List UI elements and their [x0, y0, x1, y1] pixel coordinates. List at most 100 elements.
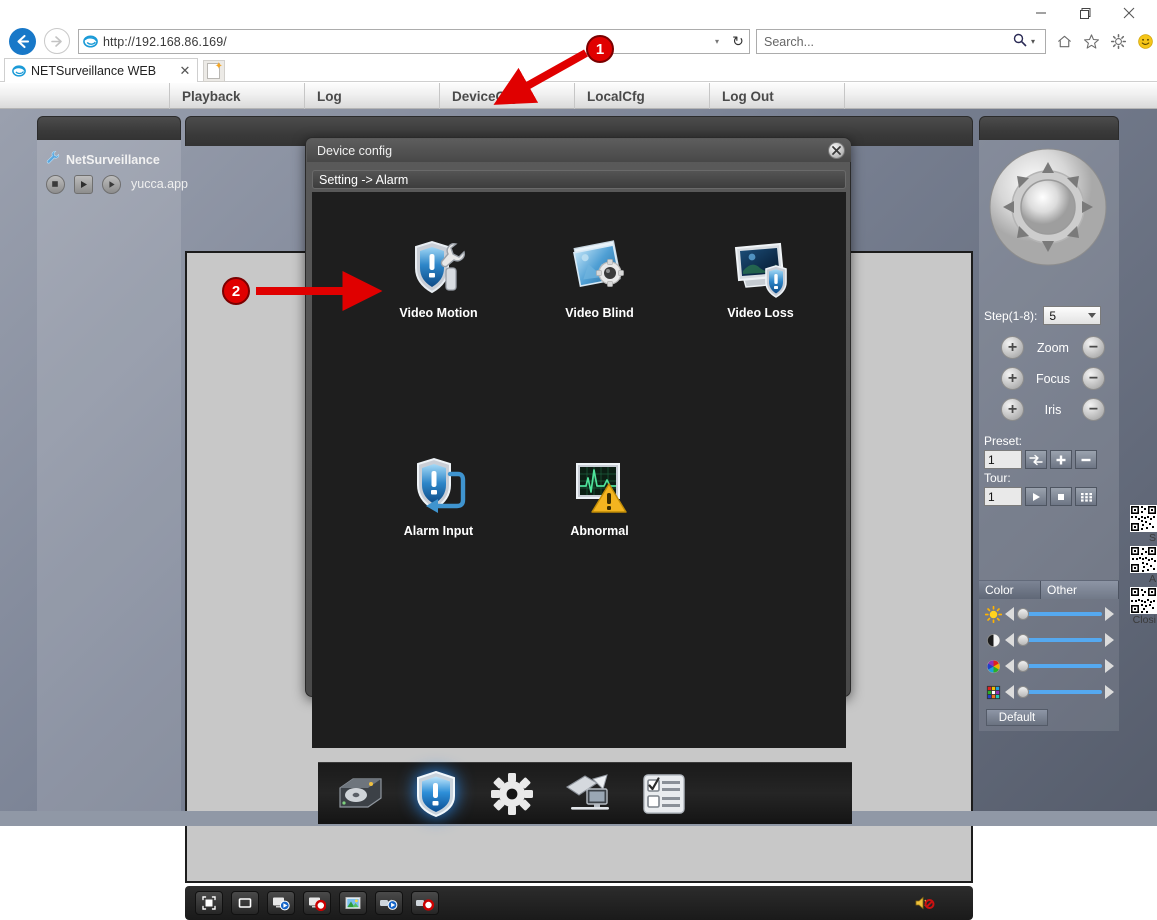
- hue-increase-arrow[interactable]: [1105, 685, 1114, 699]
- alarm-grid-row-1: Video Motion Video Blind Video Loss: [358, 232, 846, 320]
- snapshot-icon[interactable]: [339, 891, 367, 915]
- start-preview-icon[interactable]: [267, 891, 295, 915]
- hue-knob[interactable]: [1017, 686, 1029, 698]
- chevron-down-icon: [1088, 313, 1097, 318]
- stop-tour-icon[interactable]: [1050, 487, 1072, 506]
- checklist-icon[interactable]: [638, 769, 690, 819]
- grid-item-video-loss[interactable]: Video Loss: [680, 232, 841, 320]
- speaker-muted-icon[interactable]: [911, 892, 939, 914]
- tab-favicon-icon: [9, 64, 29, 78]
- maximize-button[interactable]: [1063, 0, 1107, 26]
- back-button[interactable]: [9, 28, 36, 55]
- focus-in-button[interactable]: +: [1001, 367, 1024, 390]
- tools-gear-icon[interactable]: [1106, 29, 1130, 53]
- forward-button[interactable]: [44, 28, 70, 54]
- stop-button[interactable]: [45, 174, 65, 194]
- goto-preset-icon[interactable]: [1025, 450, 1047, 469]
- qr-label-2: A: [1148, 573, 1156, 585]
- menu-item-localcfg[interactable]: LocalCfg: [575, 83, 710, 109]
- start-tour-icon[interactable]: [1025, 487, 1047, 506]
- tab-close-icon[interactable]: ✕: [177, 63, 193, 79]
- search-dropdown-icon[interactable]: ▾: [1031, 37, 1045, 46]
- zoom-out-button[interactable]: −: [1082, 336, 1105, 359]
- menu-item-logout[interactable]: Log Out: [710, 83, 845, 109]
- home-icon[interactable]: [1052, 29, 1076, 53]
- network-icon[interactable]: [562, 769, 614, 819]
- start-record-icon[interactable]: [375, 891, 403, 915]
- address-dropdown-icon[interactable]: ▾: [707, 37, 727, 46]
- iris-close-button[interactable]: −: [1082, 398, 1105, 421]
- ptz-joystick[interactable]: [987, 146, 1109, 268]
- ptz-step-row: Step(1-8): 5: [984, 306, 1102, 325]
- brightness-increase-arrow[interactable]: [1105, 607, 1114, 621]
- grid-item-video-motion[interactable]: Video Motion: [358, 232, 519, 320]
- storage-icon[interactable]: [334, 769, 386, 819]
- grid-item-abnormal[interactable]: Abnormal: [519, 450, 680, 538]
- browser-tab[interactable]: NETSurveillance WEB ✕: [4, 58, 198, 82]
- new-tab-button[interactable]: ✦: [203, 60, 225, 82]
- favorites-star-icon[interactable]: [1079, 29, 1103, 53]
- menu-item-log[interactable]: Log: [305, 83, 440, 109]
- hue-icon: [984, 683, 1002, 701]
- new-tab-star-icon: ✦: [214, 61, 223, 72]
- contrast-knob[interactable]: [1017, 634, 1029, 646]
- close-icon[interactable]: [828, 142, 845, 159]
- dialog-titlebar[interactable]: Device config: [307, 139, 851, 162]
- address-bar[interactable]: http://192.168.86.169/ ▾ ↻: [78, 29, 750, 54]
- saturation-decrease-arrow[interactable]: [1005, 659, 1014, 673]
- stop-preview-icon[interactable]: [303, 891, 331, 915]
- device-config-dialog: Device config Setting -> Alarm Video Mot…: [305, 137, 852, 824]
- contrast-decrease-arrow[interactable]: [1005, 633, 1014, 647]
- remove-preset-icon[interactable]: [1075, 450, 1097, 469]
- grid-item-alarm-input[interactable]: Alarm Input: [358, 450, 519, 538]
- menu-item-devicecfg[interactable]: DeviceCfg: [440, 83, 575, 109]
- focus-out-button[interactable]: −: [1082, 367, 1105, 390]
- minimize-button[interactable]: [1019, 0, 1063, 26]
- grid-item-video-blind[interactable]: Video Blind: [519, 232, 680, 320]
- hue-slider[interactable]: [1017, 685, 1102, 699]
- device-name-label: NetSurveillance: [66, 153, 160, 167]
- color-panel-tabs: Color Other: [979, 581, 1119, 599]
- search-box[interactable]: Search... ▾: [756, 29, 1046, 54]
- default-button[interactable]: Default: [986, 709, 1048, 726]
- brightness-knob[interactable]: [1017, 608, 1029, 620]
- brightness-decrease-arrow[interactable]: [1005, 607, 1014, 621]
- contrast-increase-arrow[interactable]: [1105, 633, 1114, 647]
- hue-decrease-arrow[interactable]: [1005, 685, 1014, 699]
- zoom-in-button[interactable]: +: [1001, 336, 1024, 359]
- saturation-increase-arrow[interactable]: [1105, 659, 1114, 673]
- dialog-section-tabs: [318, 762, 852, 824]
- stop-record-icon[interactable]: [411, 891, 439, 915]
- url-text[interactable]: http://192.168.86.169/: [101, 35, 707, 49]
- browser-tab-strip: NETSurveillance WEB ✕ ✦: [0, 56, 1157, 82]
- smiley-feedback-icon[interactable]: [1133, 29, 1157, 53]
- saturation-knob[interactable]: [1017, 660, 1029, 672]
- play-button[interactable]: [73, 174, 93, 194]
- search-input[interactable]: Search...: [757, 35, 1009, 49]
- brightness-slider[interactable]: [1017, 607, 1102, 621]
- add-preset-icon[interactable]: [1050, 450, 1072, 469]
- reload-icon[interactable]: ↻: [727, 33, 749, 50]
- tab-other[interactable]: Other: [1041, 581, 1119, 599]
- contrast-slider[interactable]: [1017, 633, 1102, 647]
- record-play-button[interactable]: [101, 174, 121, 194]
- device-tree-root[interactable]: NetSurveillance: [45, 150, 160, 170]
- ptz-panel: Step(1-8): 5 + Zoom − + Focus − + Iris −…: [979, 140, 1119, 580]
- menu-item-playback[interactable]: Playback: [170, 83, 305, 109]
- saturation-slider[interactable]: [1017, 659, 1102, 673]
- tour-list-icon[interactable]: [1075, 487, 1097, 506]
- dialog-title-text: Device config: [317, 143, 393, 158]
- alarm-shield-icon[interactable]: [410, 769, 462, 819]
- single-view-icon[interactable]: [231, 891, 259, 915]
- fullscreen-icon[interactable]: [195, 891, 223, 915]
- search-icon[interactable]: [1009, 33, 1031, 50]
- system-gear-icon[interactable]: [486, 769, 538, 819]
- iris-open-button[interactable]: +: [1001, 398, 1024, 421]
- preset-input[interactable]: 1: [984, 450, 1022, 469]
- tour-input[interactable]: 1: [984, 487, 1022, 506]
- ptz-step-select[interactable]: 5: [1043, 306, 1102, 325]
- preset-row: 1: [984, 450, 1097, 469]
- close-window-button[interactable]: [1107, 0, 1151, 26]
- tab-color[interactable]: Color: [979, 581, 1041, 599]
- preset-label: Preset:: [984, 434, 1023, 448]
